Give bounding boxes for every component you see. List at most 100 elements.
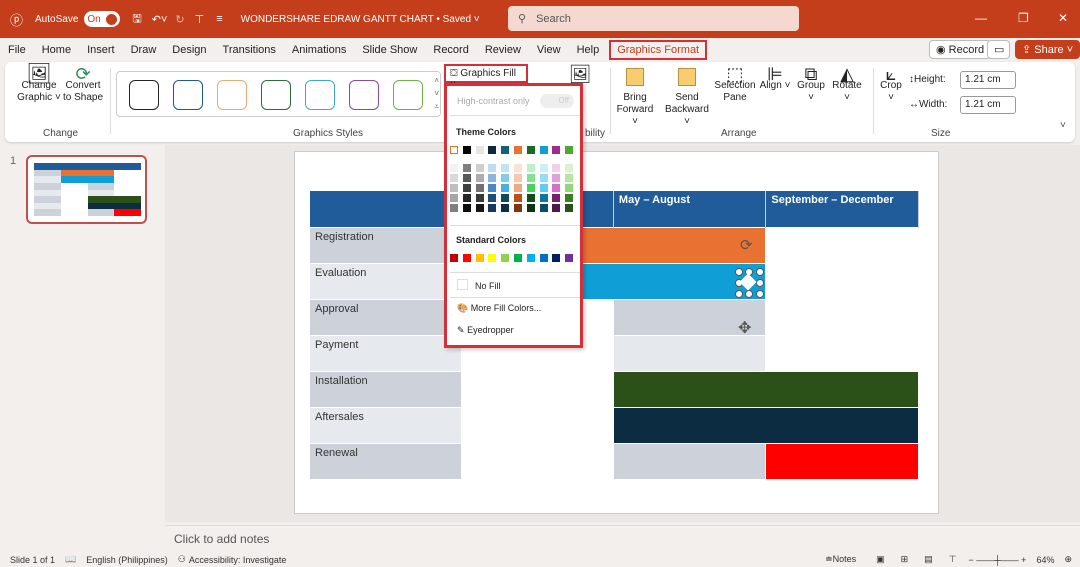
theme-tint-swatch[interactable] [488,184,497,192]
gantt-bar-cell[interactable] [460,370,614,408]
theme-tint-swatch[interactable] [539,194,548,202]
theme-color-swatch[interactable] [552,146,561,154]
theme-tint-swatch[interactable] [565,164,574,172]
gallery-scroll-icon[interactable]: ˄ ˅ ⩡ [434,74,439,113]
undo-icon[interactable]: ↶˅ [152,13,168,26]
theme-tint-swatch[interactable] [565,204,574,212]
theme-color-swatch[interactable] [450,146,458,154]
graphic-style-option[interactable] [261,80,291,110]
document-title[interactable]: WONDERSHARE EDRAW GANTT CHART • Saved ˅ [241,14,480,25]
theme-color-swatch[interactable] [501,146,510,154]
fit-to-window-icon[interactable]: ⊕ [1064,554,1072,565]
graphic-style-option[interactable] [173,80,203,110]
gantt-bar-cell[interactable] [765,406,919,444]
theme-tint-swatch[interactable] [514,164,522,172]
theme-tint-swatch[interactable] [488,164,497,172]
theme-tint-swatch[interactable] [475,174,484,182]
theme-tint-swatch[interactable] [475,164,484,172]
task-label[interactable]: Installation [309,370,462,408]
theme-tint-swatch[interactable] [462,204,471,212]
theme-tint-swatch[interactable] [450,194,458,202]
theme-tint-swatch[interactable] [462,164,471,172]
standard-color-swatch[interactable] [526,254,535,262]
tab-view[interactable]: View [537,44,561,56]
theme-tint-swatch[interactable] [501,204,510,212]
theme-tint-swatch[interactable] [501,184,510,192]
theme-color-swatch[interactable] [565,146,574,154]
theme-color-swatch[interactable] [539,146,548,154]
task-label[interactable]: Aftersales [309,406,462,444]
theme-tint-swatch[interactable] [514,204,522,212]
theme-tint-swatch[interactable] [539,164,548,172]
tab-graphics-format[interactable]: Graphics Format [609,40,708,60]
theme-tint-swatch[interactable] [475,184,484,192]
change-graphic-button[interactable]: 🖼 Change Graphic ˅ [17,64,61,104]
customize-qat-icon[interactable]: ≡ [216,13,222,25]
theme-tint-swatch[interactable] [539,184,548,192]
tab-insert[interactable]: Insert [87,44,115,56]
task-label[interactable]: Registration [309,226,462,264]
tab-file[interactable]: File [8,44,26,56]
tab-design[interactable]: Design [172,44,206,56]
zoom-slider[interactable]: − ——┼—— + [969,555,1027,565]
slide-sorter-icon[interactable]: ⊞ [901,554,909,565]
crop-button[interactable]: ⟀ Crop ˅ [877,65,905,104]
notes-pane[interactable]: Click to add notes [165,525,1080,552]
normal-view-icon[interactable]: ▣ [876,554,885,565]
standard-color-swatch[interactable] [552,254,561,262]
gantt-bar-cell[interactable] [765,334,919,372]
gantt-bar-cell[interactable] [765,370,919,408]
task-label[interactable]: Renewal [309,442,462,480]
standard-color-swatch[interactable] [462,254,471,262]
theme-tint-swatch[interactable] [488,174,497,182]
accessibility-button[interactable]: 🖼 [565,65,595,83]
gantt-header-cell[interactable]: September – December [765,191,919,227]
graphic-style-option[interactable] [349,80,379,110]
tab-slide-show[interactable]: Slide Show [362,44,417,56]
graphics-styles-gallery[interactable]: ˄ ˅ ⩡ [116,71,441,117]
graphic-style-option[interactable] [305,80,335,110]
theme-tint-swatch[interactable] [475,204,484,212]
theme-tint-swatch[interactable] [450,204,458,212]
gantt-bar-cell[interactable] [460,442,614,480]
theme-color-swatch[interactable] [475,146,484,154]
reading-view-icon[interactable]: ▤ [924,554,933,565]
comments-button[interactable]: ▭ [987,40,1010,59]
task-label[interactable]: Evaluation [309,262,462,300]
gantt-table[interactable]: May – August September – December Registra… [309,191,919,480]
present-icon[interactable]: ⊤ [195,13,205,26]
theme-tint-swatch[interactable] [552,204,561,212]
theme-tint-swatch[interactable] [501,194,510,202]
theme-tint-swatch[interactable] [488,194,497,202]
language-status[interactable]: English (Philippines) [86,555,168,565]
gantt-bar-cell[interactable] [765,262,919,300]
tab-help[interactable]: Help [577,44,600,56]
theme-color-swatch[interactable] [488,146,497,154]
accessibility-status[interactable]: Accessibility: Investigate [189,555,287,565]
gantt-bar-cell[interactable] [612,442,767,480]
bring-forward-button[interactable]: Bring Forward ˅ [613,68,657,128]
standard-color-swatch[interactable] [450,254,458,262]
gantt-header-cell[interactable] [309,191,462,227]
send-backward-button[interactable]: Send Backward ˅ [663,68,711,128]
theme-tint-swatch[interactable] [514,174,522,182]
theme-tint-swatch[interactable] [526,194,535,202]
gantt-bar-cell[interactable] [460,406,614,444]
spellcheck-icon[interactable]: 📖 [65,554,76,565]
task-label[interactable]: Payment [309,334,462,372]
theme-color-swatch[interactable] [514,146,522,154]
zoom-level[interactable]: 64% [1036,555,1054,565]
slideshow-icon[interactable]: ⊤ [949,554,957,565]
tab-review[interactable]: Review [485,44,521,56]
gantt-bar-cell[interactable] [612,334,767,372]
align-button[interactable]: ⊫ Align ˅ [759,65,791,92]
high-contrast-toggle[interactable]: Off [540,94,574,108]
task-label[interactable]: Approval [309,298,462,336]
standard-color-swatch[interactable] [539,254,548,262]
tab-transitions[interactable]: Transitions [223,44,276,56]
theme-tint-swatch[interactable] [526,184,535,192]
collapse-ribbon-icon[interactable]: ˅ [1060,120,1066,131]
standard-color-swatch[interactable] [565,254,574,262]
theme-tint-swatch[interactable] [501,164,510,172]
search-input[interactable]: ⚲ Search [508,6,799,31]
